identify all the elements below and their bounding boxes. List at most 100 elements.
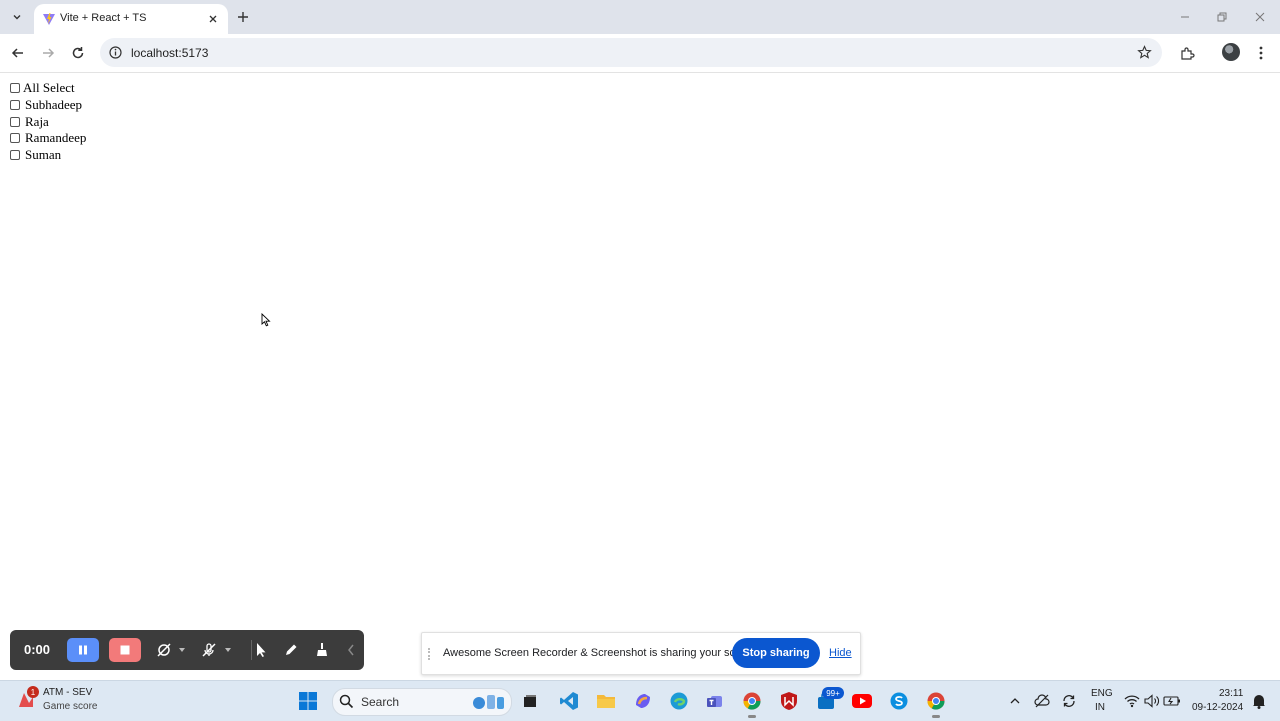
- battery-tray[interactable]: [1161, 690, 1183, 712]
- restore-icon: [1217, 12, 1227, 22]
- close-icon: [209, 15, 217, 23]
- tab-title: Vite + React + TS: [60, 12, 147, 24]
- battery-charging-icon: [1163, 696, 1180, 706]
- notifications-button[interactable]: [1248, 690, 1270, 712]
- pointer-tool-button[interactable]: [252, 641, 270, 659]
- teams-app[interactable]: [704, 690, 726, 712]
- chrome-app[interactable]: [741, 690, 763, 712]
- clear-drawings-button[interactable]: [313, 641, 331, 659]
- stop-sharing-button[interactable]: Stop sharing: [732, 638, 820, 668]
- task-view-button[interactable]: [519, 690, 541, 712]
- arrow-right-icon: [43, 48, 55, 58]
- search-label: Search: [361, 695, 400, 709]
- stop-icon: [120, 645, 130, 655]
- checkbox-label: Ramandeep: [25, 130, 87, 145]
- browser-tab[interactable]: Vite + React + TS: [34, 4, 228, 34]
- broom-icon: [317, 643, 327, 656]
- task-view-icon: [524, 695, 536, 707]
- address-bar[interactable]: localhost:5173: [100, 38, 1162, 67]
- checkbox-label: Suman: [25, 147, 62, 162]
- vscode-app[interactable]: [558, 690, 580, 712]
- taskbar-search[interactable]: Search: [332, 688, 512, 716]
- checkbox[interactable]: [10, 150, 20, 160]
- search-highlight-icon: [473, 695, 504, 709]
- folder-icon: [597, 695, 615, 708]
- search-icon: [339, 694, 354, 709]
- tab-close-button[interactable]: [206, 12, 220, 26]
- checkbox-row[interactable]: Subhadeep: [10, 97, 82, 113]
- close-window-button[interactable]: [1252, 9, 1268, 25]
- back-button[interactable]: [9, 44, 27, 62]
- checkbox[interactable]: [10, 117, 20, 127]
- skype-app[interactable]: [888, 690, 910, 712]
- checkbox-row-all[interactable]: All Select: [10, 80, 75, 96]
- skype-icon: [890, 692, 908, 710]
- profile-avatar[interactable]: [1222, 43, 1240, 61]
- pen-tool-button[interactable]: [282, 641, 300, 659]
- browser-toolbar: localhost:5173: [0, 34, 1280, 73]
- sync-icon: [1063, 695, 1075, 707]
- edge-icon: [670, 692, 688, 710]
- bookmark-star-icon[interactable]: [1137, 45, 1152, 60]
- start-button[interactable]: [297, 690, 319, 712]
- tab-search-button[interactable]: [6, 7, 28, 27]
- mcafee-app[interactable]: [778, 690, 800, 712]
- cloud-off-icon: [1034, 694, 1050, 708]
- language-indicator[interactable]: ENG: [1091, 688, 1113, 699]
- youtube-app[interactable]: [851, 690, 873, 712]
- show-hidden-icons-button[interactable]: [1004, 690, 1026, 712]
- checkbox-label: Subhadeep: [25, 97, 83, 112]
- new-tab-button[interactable]: [234, 8, 252, 26]
- widget-title[interactable]: ATM - SEV: [43, 687, 92, 698]
- speaker-icon: [1144, 694, 1159, 708]
- clock-time[interactable]: 23:11: [1219, 688, 1243, 699]
- checkbox[interactable]: [10, 133, 20, 143]
- pencil-icon: [286, 644, 297, 655]
- volume-tray[interactable]: [1141, 690, 1163, 712]
- minimize-button[interactable]: [1177, 9, 1193, 25]
- puzzle-icon: [1180, 46, 1195, 60]
- all-select-checkbox[interactable]: [10, 83, 20, 93]
- camera-off-button[interactable]: [155, 641, 173, 659]
- checkbox[interactable]: [10, 100, 20, 110]
- hide-link[interactable]: Hide: [829, 647, 852, 659]
- collapse-toolbar-button[interactable]: [342, 641, 360, 659]
- camera-off-icon: [157, 643, 171, 657]
- checkbox-row[interactable]: Ramandeep: [10, 130, 86, 146]
- checkbox-row[interactable]: Suman: [10, 147, 61, 163]
- reload-button[interactable]: [69, 44, 87, 62]
- restore-button[interactable]: [1214, 9, 1230, 25]
- notification-count-badge: 99+: [822, 687, 844, 699]
- tab-strip: Vite + React + TS: [0, 0, 1280, 34]
- active-app-indicator: [932, 715, 940, 718]
- file-explorer-app[interactable]: [595, 690, 617, 712]
- wifi-tray[interactable]: [1121, 690, 1143, 712]
- sharing-message: Awesome Screen Recorder & Screenshot is …: [443, 647, 761, 659]
- drag-handle[interactable]: [428, 648, 436, 660]
- pointer-icon: [257, 643, 266, 657]
- forward-button[interactable]: [39, 44, 57, 62]
- sync-tray[interactable]: [1058, 690, 1080, 712]
- page-content: All Select Subhadeep Raja Ramandeep Suma…: [0, 73, 1280, 680]
- edge-app[interactable]: [668, 690, 690, 712]
- dropdown-caret-icon[interactable]: [179, 648, 185, 652]
- pause-button[interactable]: [67, 638, 99, 662]
- mic-off-button[interactable]: [200, 641, 218, 659]
- extensions-button[interactable]: [1178, 44, 1196, 62]
- checkbox-label: All Select: [23, 80, 75, 95]
- reload-icon: [72, 47, 84, 59]
- checkbox-row[interactable]: Raja: [10, 114, 49, 130]
- copilot-app[interactable]: [632, 690, 654, 712]
- stop-recording-button[interactable]: [109, 638, 141, 662]
- onedrive-tray[interactable]: [1031, 690, 1053, 712]
- menu-button[interactable]: [1252, 44, 1270, 62]
- chrome-icon: [743, 692, 761, 710]
- url-text: localhost:5173: [131, 46, 209, 60]
- dropdown-caret-icon[interactable]: [225, 648, 231, 652]
- chrome-profile-app[interactable]: [925, 690, 947, 712]
- teams-icon: [707, 696, 722, 707]
- site-info-icon: [109, 46, 122, 59]
- close-icon: [1255, 12, 1265, 22]
- chevron-down-icon: [13, 15, 21, 20]
- plus-icon: [238, 12, 248, 22]
